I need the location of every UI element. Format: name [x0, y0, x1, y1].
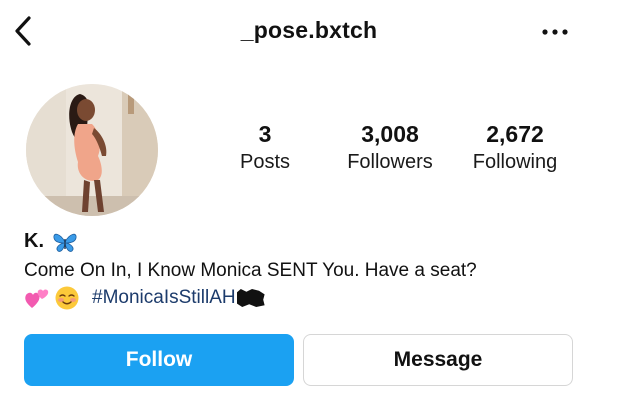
posts-count: 3	[258, 121, 272, 147]
butterfly-emoji	[52, 231, 78, 253]
smiling-blush-emoji	[54, 285, 80, 311]
two-hearts-emoji	[24, 286, 50, 310]
following-count: 2,672	[486, 121, 544, 147]
redaction-mark	[236, 289, 265, 307]
more-horizontal-icon	[542, 29, 568, 35]
more-options-button[interactable]	[540, 18, 570, 46]
message-button[interactable]: Message	[303, 334, 573, 386]
bio-display-name: K.	[24, 230, 78, 253]
posts-stat[interactable]: 3 Posts	[220, 120, 310, 176]
followers-label: Followers	[347, 151, 433, 173]
profile-avatar[interactable]	[26, 84, 158, 216]
profile-stats: 3 Posts 3,008 Followers 2,672 Following	[220, 120, 580, 180]
following-label: Following	[472, 151, 558, 173]
followers-stat[interactable]: 3,008 Followers	[335, 120, 445, 176]
top-bar: _pose.bxtch	[0, 0, 618, 64]
posts-label: Posts	[239, 151, 291, 173]
bio-emoji-line: #MonicaIsStillAH	[24, 285, 265, 311]
followers-count: 3,008	[361, 121, 419, 147]
following-stat[interactable]: 2,672 Following	[460, 120, 570, 176]
display-name: K.	[24, 230, 44, 252]
profile-username: _pose.bxtch	[240, 17, 378, 43]
follow-button[interactable]: Follow	[24, 334, 294, 386]
bio-hashtag-link[interactable]: #MonicaIsStillAH	[92, 285, 236, 311]
bio-line: Come On In, I Know Monica SENT You. Have…	[24, 260, 477, 281]
profile-photo	[26, 84, 158, 216]
